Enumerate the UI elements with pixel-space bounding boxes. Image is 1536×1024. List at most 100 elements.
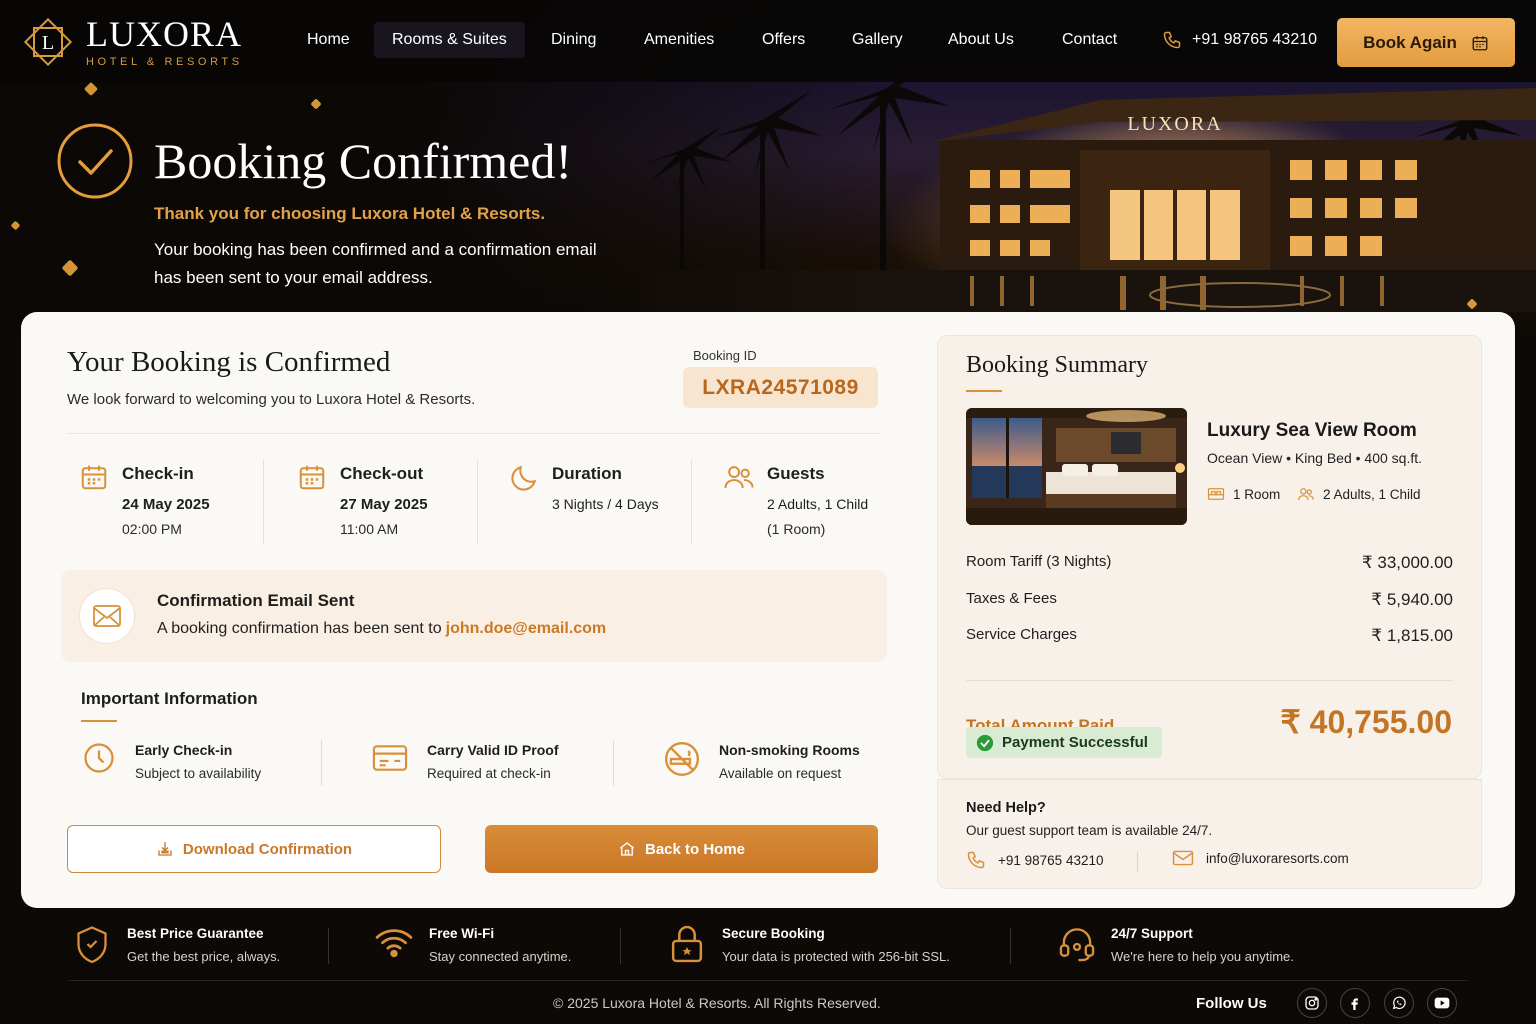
help-phone: +91 98765 43210 xyxy=(998,852,1104,868)
price-row: Room Tariff (3 Nights) ₹ 33,000.00 xyxy=(966,553,1453,573)
price-row: Service Charges ₹ 1,815.00 xyxy=(966,626,1453,646)
info-subtitle: Available on request xyxy=(719,766,842,781)
footer-divider xyxy=(68,980,1468,981)
duration-value: 3 Nights / 4 Days xyxy=(552,496,659,512)
feature-title: Free Wi-Fi xyxy=(429,926,495,941)
email-sent-title: Confirmation Email Sent xyxy=(157,591,355,610)
divider xyxy=(1010,928,1011,964)
feature-subtitle: Stay connected anytime. xyxy=(429,949,572,964)
feature-subtitle: We're here to help you anytime. xyxy=(1111,949,1294,964)
feature-title: Secure Booking xyxy=(722,926,825,941)
price-amount: ₹ 1,815.00 xyxy=(1371,626,1453,645)
back-to-home-label: Back to Home xyxy=(644,840,746,858)
price-label: Room Tariff (3 Nights) xyxy=(966,553,1112,570)
divider xyxy=(67,433,879,434)
nav-amenities[interactable]: Amenities xyxy=(644,31,714,49)
whatsapp-icon xyxy=(1392,996,1406,1010)
users-icon xyxy=(724,466,754,489)
check-circle-icon xyxy=(57,123,133,199)
room-photo xyxy=(966,408,1187,525)
info-subtitle: Subject to availability xyxy=(135,766,262,781)
room-count: 1 Room xyxy=(1207,486,1280,502)
info-early-checkin: Early Check-in Subject to availability xyxy=(81,740,261,781)
divider xyxy=(613,740,614,786)
email-sent-message: A booking confirmation has been sent to xyxy=(157,620,442,637)
info-subtitle: Required at check-in xyxy=(427,766,551,781)
title-underline xyxy=(81,720,117,722)
instagram-icon xyxy=(1305,996,1319,1010)
title-underline xyxy=(966,390,1002,392)
moon-icon xyxy=(511,465,537,491)
instagram-link[interactable] xyxy=(1297,988,1327,1018)
calendar-icon xyxy=(81,465,107,490)
checkin-date: 24 May 2025 xyxy=(122,496,210,513)
confirmation-title: Your Booking is Confirmed xyxy=(67,346,391,378)
download-confirmation-button[interactable]: Download Confirmation xyxy=(67,825,441,873)
bed-icon xyxy=(1207,488,1225,500)
price-label: Taxes & Fees xyxy=(966,590,1057,607)
payment-status-text: Payment Successful xyxy=(1002,734,1148,751)
nav-gallery[interactable]: Gallery xyxy=(852,31,903,49)
calendar-icon xyxy=(1472,35,1488,50)
price-amount: ₹ 5,940.00 xyxy=(1371,590,1453,609)
mail-icon xyxy=(93,605,121,627)
shield-icon xyxy=(77,926,107,964)
divider xyxy=(328,928,329,964)
help-title: Need Help? xyxy=(966,800,1046,816)
nav-phone-link[interactable]: +91 98765 43210 xyxy=(1162,30,1317,50)
brand-logo[interactable]: L LUXORA HOTEL & RESORTS xyxy=(20,14,243,70)
feature-subtitle: Your data is protected with 256-bit SSL. xyxy=(722,949,950,964)
download-icon xyxy=(158,842,172,856)
checkout-date: 27 May 2025 xyxy=(340,496,428,513)
whatsapp-link[interactable] xyxy=(1384,988,1414,1018)
divider xyxy=(1137,852,1138,872)
info-title: Non-smoking Rooms xyxy=(719,742,860,758)
checkout-title: Check-out xyxy=(340,464,424,483)
hero-title: Booking Confirmed! xyxy=(154,133,573,189)
guests-value: 2 Adults, 1 Child xyxy=(767,496,869,512)
check-circle-icon xyxy=(976,734,994,751)
confirmation-card: Your Booking is Confirmed We look forwar… xyxy=(21,312,1515,908)
room-guests: 2 Adults, 1 Child xyxy=(1297,486,1421,502)
nav-dining[interactable]: Dining xyxy=(551,31,596,49)
help-email-link[interactable]: info@luxoraresorts.com xyxy=(1172,850,1349,866)
email-address-link[interactable]: john.doe@email.com xyxy=(446,620,607,637)
summary-title: Booking Summary xyxy=(966,352,1149,378)
room-count-value: 1 Room xyxy=(1233,486,1281,502)
copyright-text: © 2025 Luxora Hotel & Resorts. All Right… xyxy=(553,995,881,1011)
book-again-label: Book Again xyxy=(1363,32,1457,52)
youtube-link[interactable] xyxy=(1427,988,1457,1018)
nav-about-us[interactable]: About Us xyxy=(948,31,1014,49)
youtube-icon xyxy=(1434,997,1450,1009)
help-panel: Need Help? Our guest support team is ava… xyxy=(937,779,1482,889)
book-again-button[interactable]: Book Again xyxy=(1337,18,1515,67)
id-card-icon xyxy=(372,745,408,771)
nav-contact[interactable]: Contact xyxy=(1062,31,1117,49)
checkin-title: Check-in xyxy=(122,464,194,483)
no-smoking-icon xyxy=(664,741,700,777)
top-navigation: L LUXORA HOTEL & RESORTS Home Rooms & Su… xyxy=(0,0,1536,82)
nav-home[interactable]: Home xyxy=(307,31,350,49)
divider xyxy=(321,740,322,786)
booking-id-value[interactable]: LXRA24571089 xyxy=(683,367,878,408)
help-phone-link[interactable]: +91 98765 43210 xyxy=(966,850,1103,870)
room-guests-value: 2 Adults, 1 Child xyxy=(1323,486,1421,502)
checkout-time: 11:00 AM xyxy=(340,521,399,537)
divider xyxy=(691,460,692,544)
headset-icon xyxy=(1059,928,1095,962)
price-row: Taxes & Fees ₹ 5,940.00 xyxy=(966,590,1453,610)
clock-icon xyxy=(84,743,114,773)
facebook-link[interactable] xyxy=(1340,988,1370,1018)
nav-offers[interactable]: Offers xyxy=(762,31,805,49)
info-non-smoking: Non-smoking Rooms Available on request xyxy=(663,740,860,781)
nav-rooms-suites[interactable]: Rooms & Suites xyxy=(374,22,525,58)
calendar-icon xyxy=(299,465,325,490)
booking-summary-panel: Booking Summary Luxury Sea View Room Oce… xyxy=(937,335,1482,779)
email-sent-text: A booking confirmation has been sent to j… xyxy=(157,620,606,638)
help-subtitle: Our guest support team is available 24/7… xyxy=(966,823,1213,838)
back-to-home-button[interactable]: Back to Home xyxy=(485,825,878,873)
brand-tagline: HOTEL & RESORTS xyxy=(86,56,243,68)
download-confirmation-label: Download Confirmation xyxy=(182,840,353,858)
feature-wifi: Free Wi-Fi Stay connected anytime. xyxy=(374,924,571,964)
divider xyxy=(966,680,1453,681)
